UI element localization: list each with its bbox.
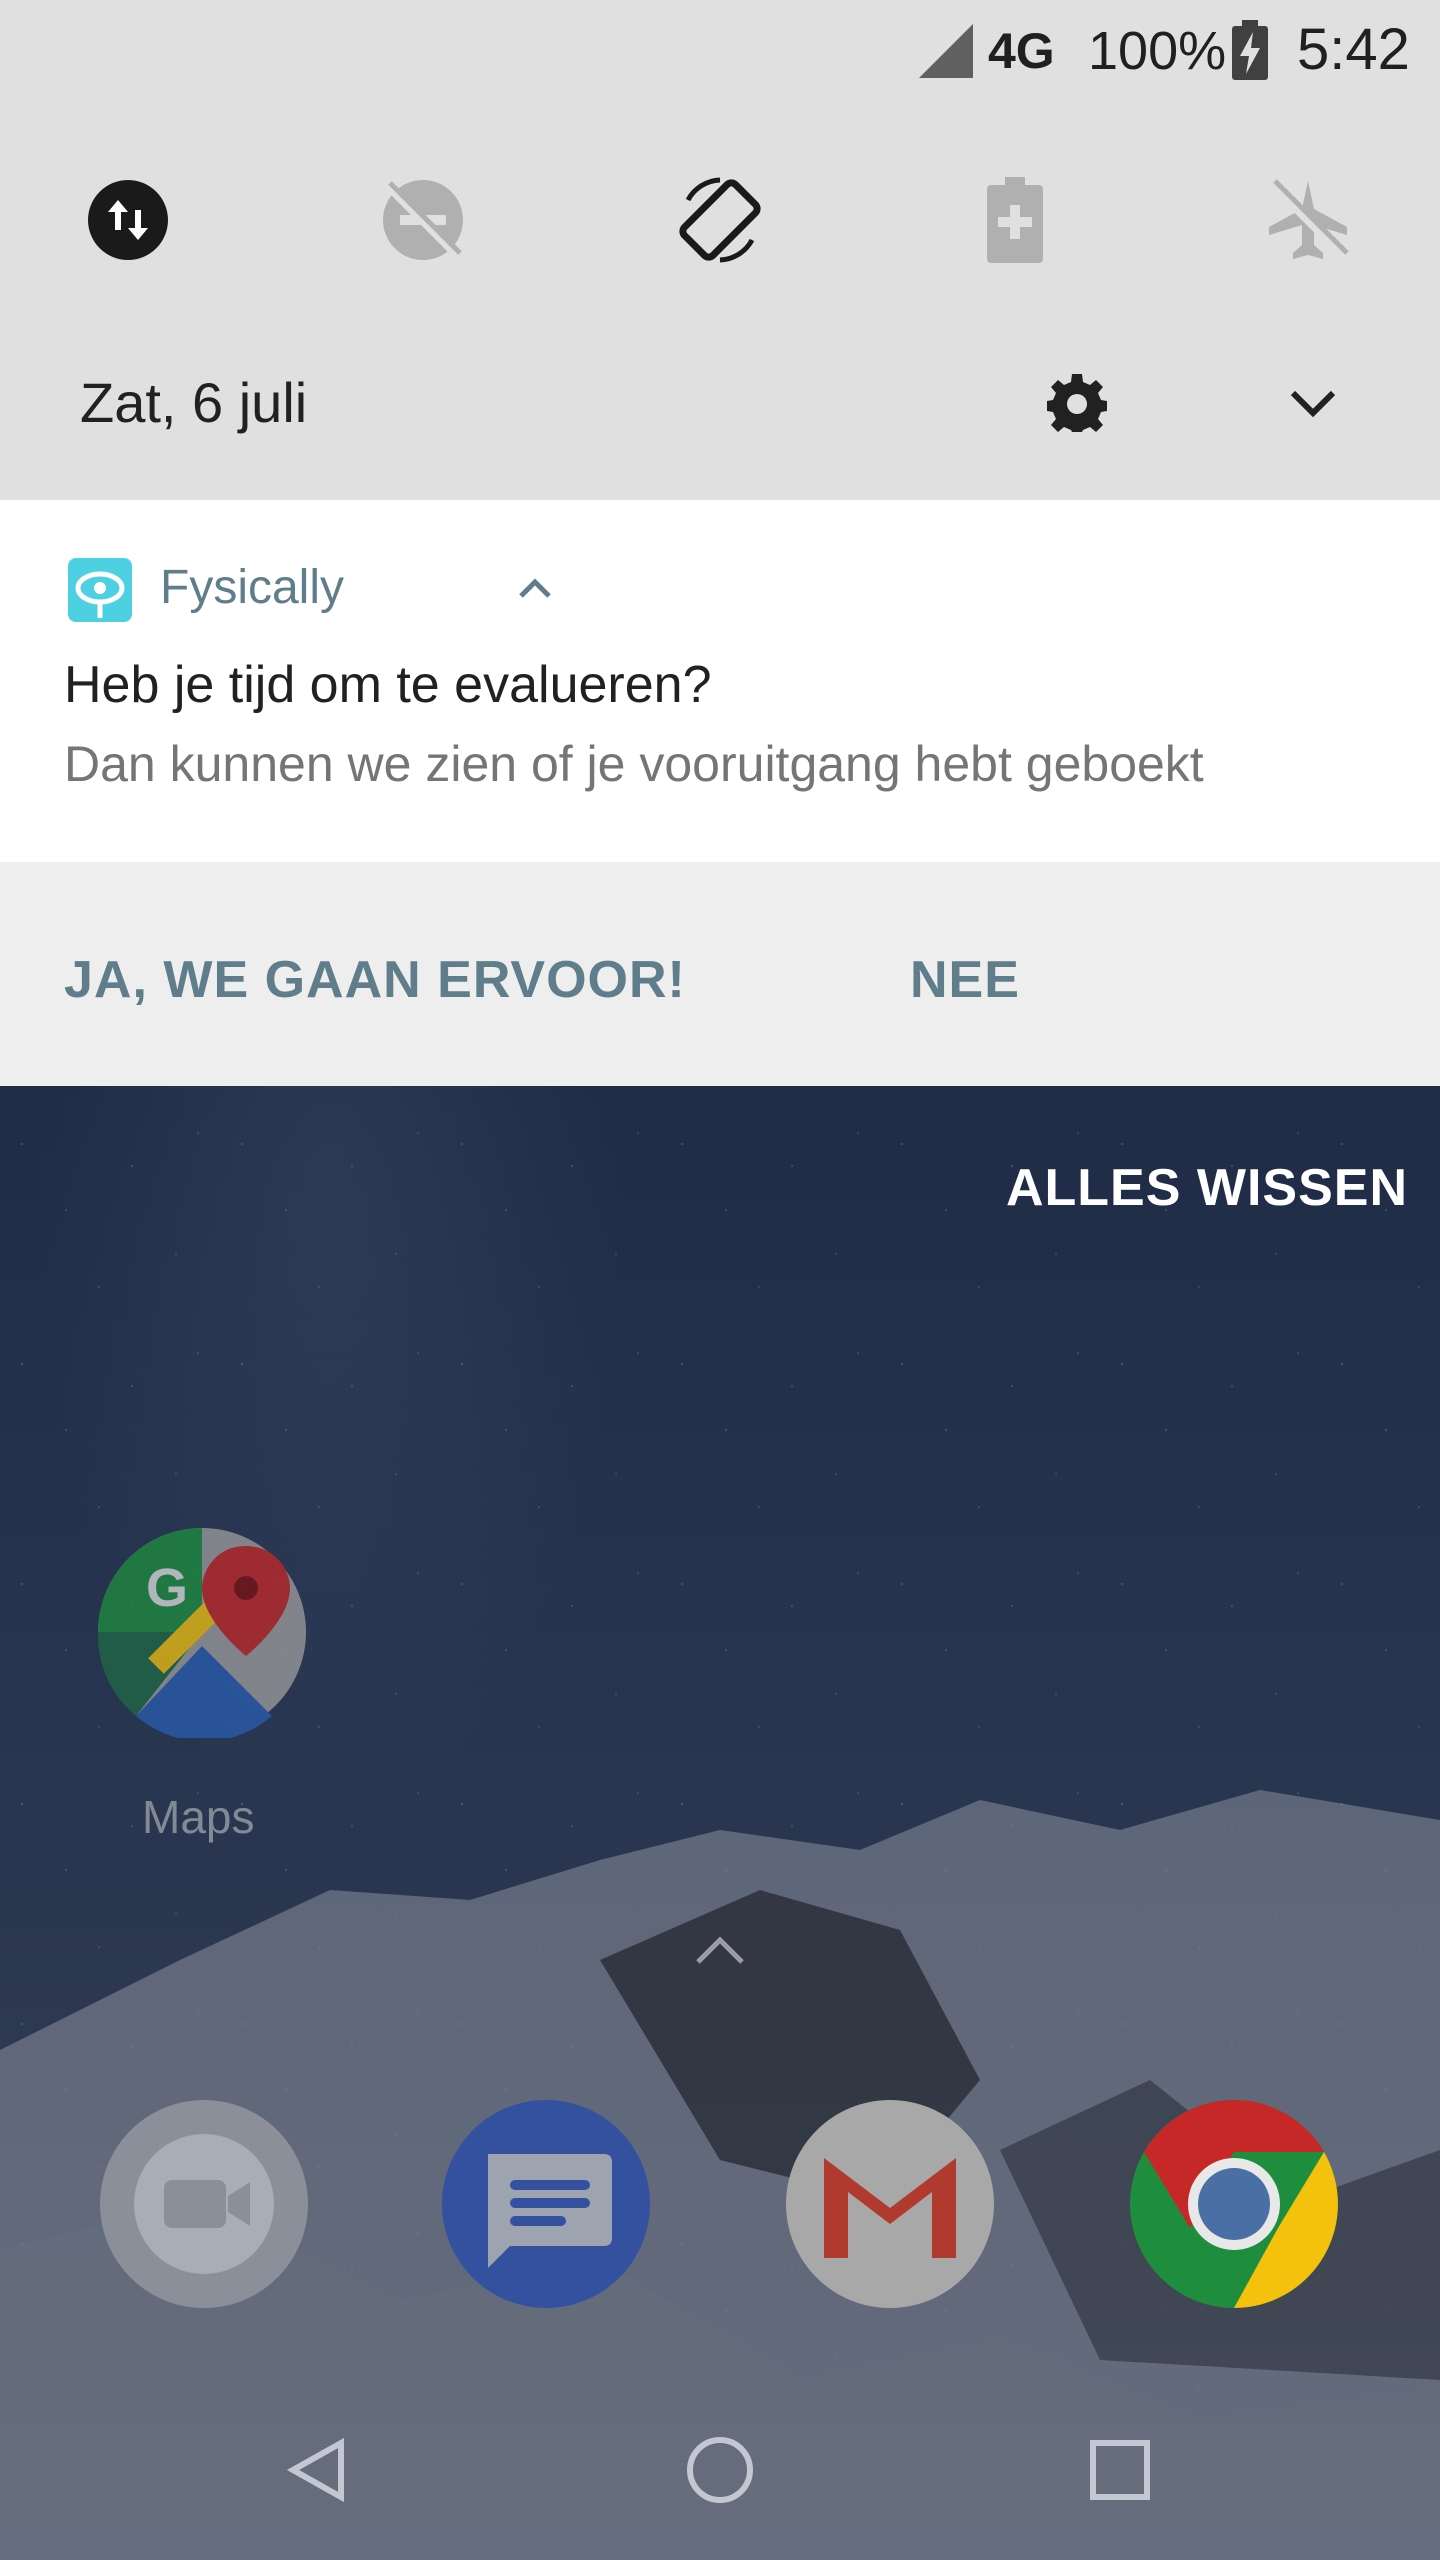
battery-saver-tile[interactable] (965, 170, 1065, 270)
duo-icon[interactable] (98, 2098, 310, 2310)
notification-title: Heb je tijd om te evalueren? (64, 656, 712, 714)
chrome-icon[interactable] (1128, 2098, 1340, 2310)
recents-square-icon (1090, 2440, 1150, 2500)
auto-rotate-tile[interactable] (670, 170, 770, 270)
notification-card[interactable]: Fysically Heb je tijd om te evalueren? D… (0, 500, 1440, 862)
do-not-disturb-tile[interactable] (373, 170, 473, 270)
no-action-button[interactable]: NEE (910, 950, 1020, 1010)
home-button[interactable] (670, 2420, 770, 2520)
airplane-mode-icon (1269, 179, 1349, 259)
maps-icon[interactable]: G (96, 1526, 308, 1738)
notification-app-name: Fysically (160, 561, 345, 614)
dock (0, 2098, 1440, 2318)
chevron-up-icon[interactable] (515, 572, 555, 602)
svg-text:G: G (146, 1558, 188, 1618)
navigation-bar (0, 2380, 1440, 2560)
airplane-mode-tile[interactable] (1258, 170, 1358, 270)
chevron-down-icon[interactable] (1285, 375, 1341, 431)
auto-rotate-icon (679, 177, 761, 263)
notification-text: Dan kunnen we zien of je vooruitgang heb… (64, 736, 1204, 792)
battery-saver-icon (987, 177, 1043, 263)
quick-settings-panel: 4G 100% 5:42 Zat, 6 juli (0, 0, 1440, 500)
fysically-app-icon (68, 558, 132, 622)
do-not-disturb-icon (383, 180, 463, 260)
data-saver-tile[interactable] (78, 170, 178, 270)
battery-charging-icon (1232, 20, 1268, 80)
back-triangle-icon (286, 2437, 344, 2503)
clear-all-button[interactable]: ALLES WISSEN (1006, 1158, 1408, 1218)
recents-button[interactable] (1070, 2420, 1170, 2520)
data-saver-icon (88, 180, 168, 260)
home-circle-icon (687, 2437, 753, 2503)
notification-actions: JA, WE GAAN ERVOOR! NEE (0, 862, 1440, 1086)
battery-percent: 100% (1088, 21, 1227, 81)
messages-icon[interactable] (440, 2098, 652, 2310)
gmail-icon[interactable] (784, 2098, 996, 2310)
back-button[interactable] (268, 2420, 368, 2520)
settings-gear-icon[interactable] (1045, 370, 1109, 434)
maps-label: Maps (142, 1791, 255, 1843)
signal-icon (919, 24, 973, 78)
app-drawer-chevron-up-icon[interactable] (690, 1930, 750, 1970)
status-bar: 4G 100% 5:42 (0, 0, 1440, 100)
clock: 5:42 (1297, 17, 1410, 82)
network-type: 4G (988, 23, 1055, 79)
yes-action-button[interactable]: JA, WE GAAN ERVOOR! (64, 950, 686, 1010)
date-label: Zat, 6 juli (80, 371, 308, 434)
